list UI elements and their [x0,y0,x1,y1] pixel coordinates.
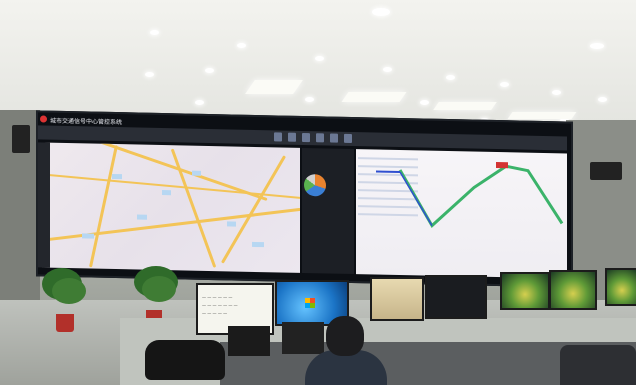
windows-logo-icon [305,298,315,308]
toolbar-icon [316,133,324,143]
ceiling-panel-light [433,102,497,110]
ceiling-light [315,56,324,61]
ceiling-light [195,100,204,105]
ceiling-light [150,30,159,35]
video-wall-title: 城市交通信号中心管控系统 [50,117,123,127]
ceiling-light [500,82,509,87]
ceiling-light [145,72,154,77]
dark-monitor [425,275,487,319]
ceiling-light [237,43,246,48]
stats-panel [302,147,354,275]
control-room-photo: 城市交通信号中心管控系统 一 一 一 一 一 一 一 一 一 一 一 一 一 一… [0,0,636,385]
map-sidebar [38,142,50,268]
ceiling-light [205,68,214,73]
left-speaker [12,125,30,153]
ceiling-light [420,100,429,105]
ceiling-light [552,90,561,95]
ceiling-light [305,97,314,102]
black-bag [145,340,225,380]
logo-icon [40,115,47,123]
ceiling-light [383,67,392,72]
laptop [228,326,270,356]
city-map [42,142,300,273]
ceiling-light [446,75,455,80]
ceiling-panel-light [341,92,407,102]
toolbar-icon [302,132,310,143]
route-map [356,149,567,279]
windows-monitor [549,270,597,310]
toolbar-icon [288,132,296,142]
route-curve [376,162,564,229]
ceiling-light [598,97,607,102]
laptop [282,322,324,354]
windows-monitor [500,272,550,310]
video-wall: 城市交通信号中心管控系统 [36,110,573,288]
pie-chart-icon [304,173,326,197]
windows-monitor [605,268,636,306]
right-speaker [590,162,622,180]
ceiling-panel-light [507,112,577,119]
ceiling-light [372,8,390,16]
ceiling-panel-light [245,80,303,94]
operator-head [326,316,364,356]
toolbar-icon [274,132,282,142]
toolbar-icon [330,133,338,143]
office-chair [560,345,636,385]
toolbar-icon [344,133,352,143]
map-marker-icon [496,162,508,169]
map-monitor [370,277,424,321]
ceiling-light [590,43,604,49]
